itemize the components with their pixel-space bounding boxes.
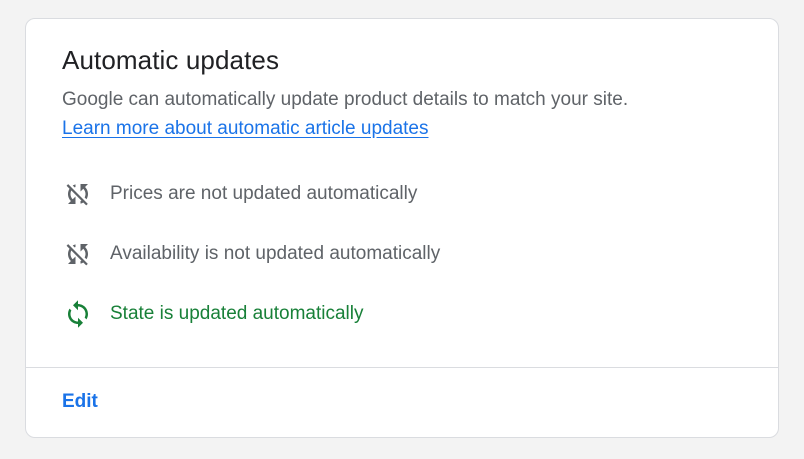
status-row-prices: Prices are not updated automatically bbox=[62, 177, 417, 211]
sync-disabled-icon bbox=[62, 238, 94, 270]
sync-icon bbox=[62, 298, 94, 330]
status-row-availability: Availability is not updated automaticall… bbox=[62, 237, 440, 271]
state-status-label: State is updated automatically bbox=[110, 303, 364, 324]
availability-status-label: Availability is not updated automaticall… bbox=[110, 243, 441, 264]
prices-status-label: Prices are not updated automatically bbox=[110, 183, 418, 204]
edit-button[interactable]: Edit bbox=[62, 391, 98, 413]
card-divider bbox=[26, 367, 778, 368]
learn-more-link[interactable]: Learn more about automatic article updat… bbox=[62, 118, 429, 140]
status-row-state: State is updated automatically bbox=[62, 297, 364, 331]
card-description: Google can automatically update product … bbox=[62, 89, 629, 110]
card-title: Automatic updates bbox=[62, 45, 280, 75]
sync-disabled-icon bbox=[62, 178, 94, 210]
automatic-updates-card: Automatic updates Google can automatical… bbox=[25, 18, 779, 438]
